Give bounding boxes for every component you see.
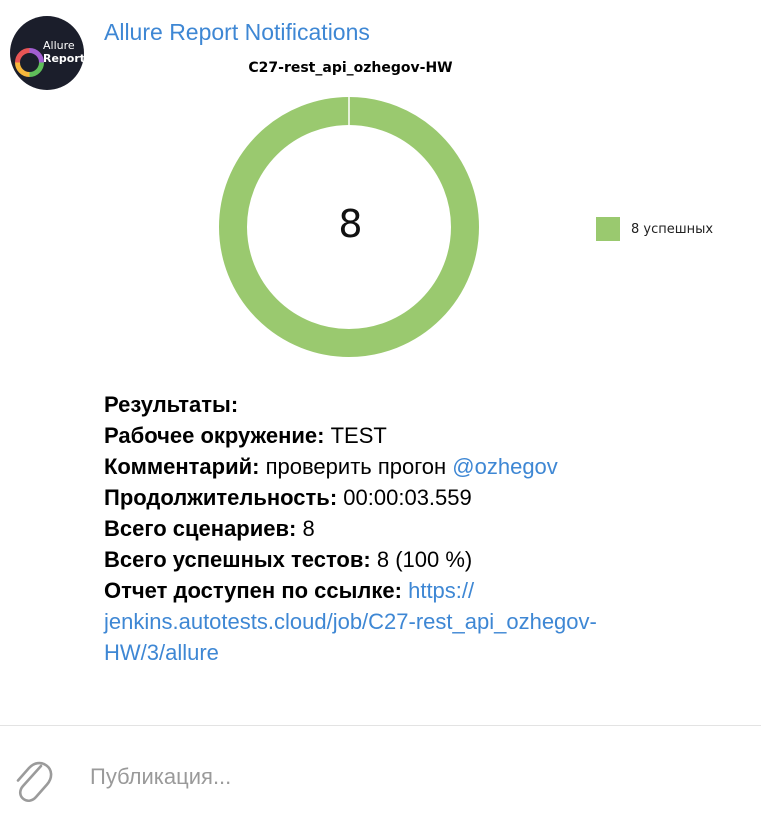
post-input[interactable] [90,762,690,792]
chart-legend: 8 успешных [596,217,713,241]
report-link[interactable]: https:// [408,578,474,603]
report-link-continued[interactable]: jenkins.autotests.cloud/job/C27-rest_api… [104,609,597,634]
avatar-text-allure: Allure [43,39,75,52]
sender-name[interactable]: Allure Report Notifications [104,19,370,46]
duration-value: 00:00:03.559 [343,485,472,510]
passed-value: 8 (100 %) [376,547,473,572]
scenarios-value: 8 [302,516,315,541]
results-heading: Результаты: [104,392,239,417]
paperclip-icon[interactable] [8,750,54,806]
avatar[interactable]: Allure Report [10,16,84,90]
report-link-continued[interactable]: HW/3/allure [104,640,219,665]
environment-label: Рабочее окружение: [104,423,325,448]
legend-label: 8 успешных [631,221,714,237]
composer-divider [0,725,761,726]
chart-title: C27-rest_api_ozhegov-HW [248,60,453,76]
mention-link[interactable]: @ozhegov [452,454,558,479]
passed-label: Всего успешных тестов: [104,547,371,572]
environment-value: TEST [330,423,387,448]
avatar-text-report: Report [43,52,84,65]
duration-label: Продолжительность: [104,485,338,510]
report-label: Отчет доступен по ссылке: [104,578,402,603]
donut-chart: C27-rest_api_ozhegov-HW 8 8 успешных [198,55,738,375]
comment-label: Комментарий: [104,454,260,479]
comment-text: проверить прогон [265,454,447,479]
legend-swatch [596,217,620,241]
scenarios-label: Всего сценариев: [104,516,297,541]
results-block: Результаты: Рабочее окружение: TEST Комм… [104,389,744,668]
donut-center-value: 8 [338,202,363,246]
